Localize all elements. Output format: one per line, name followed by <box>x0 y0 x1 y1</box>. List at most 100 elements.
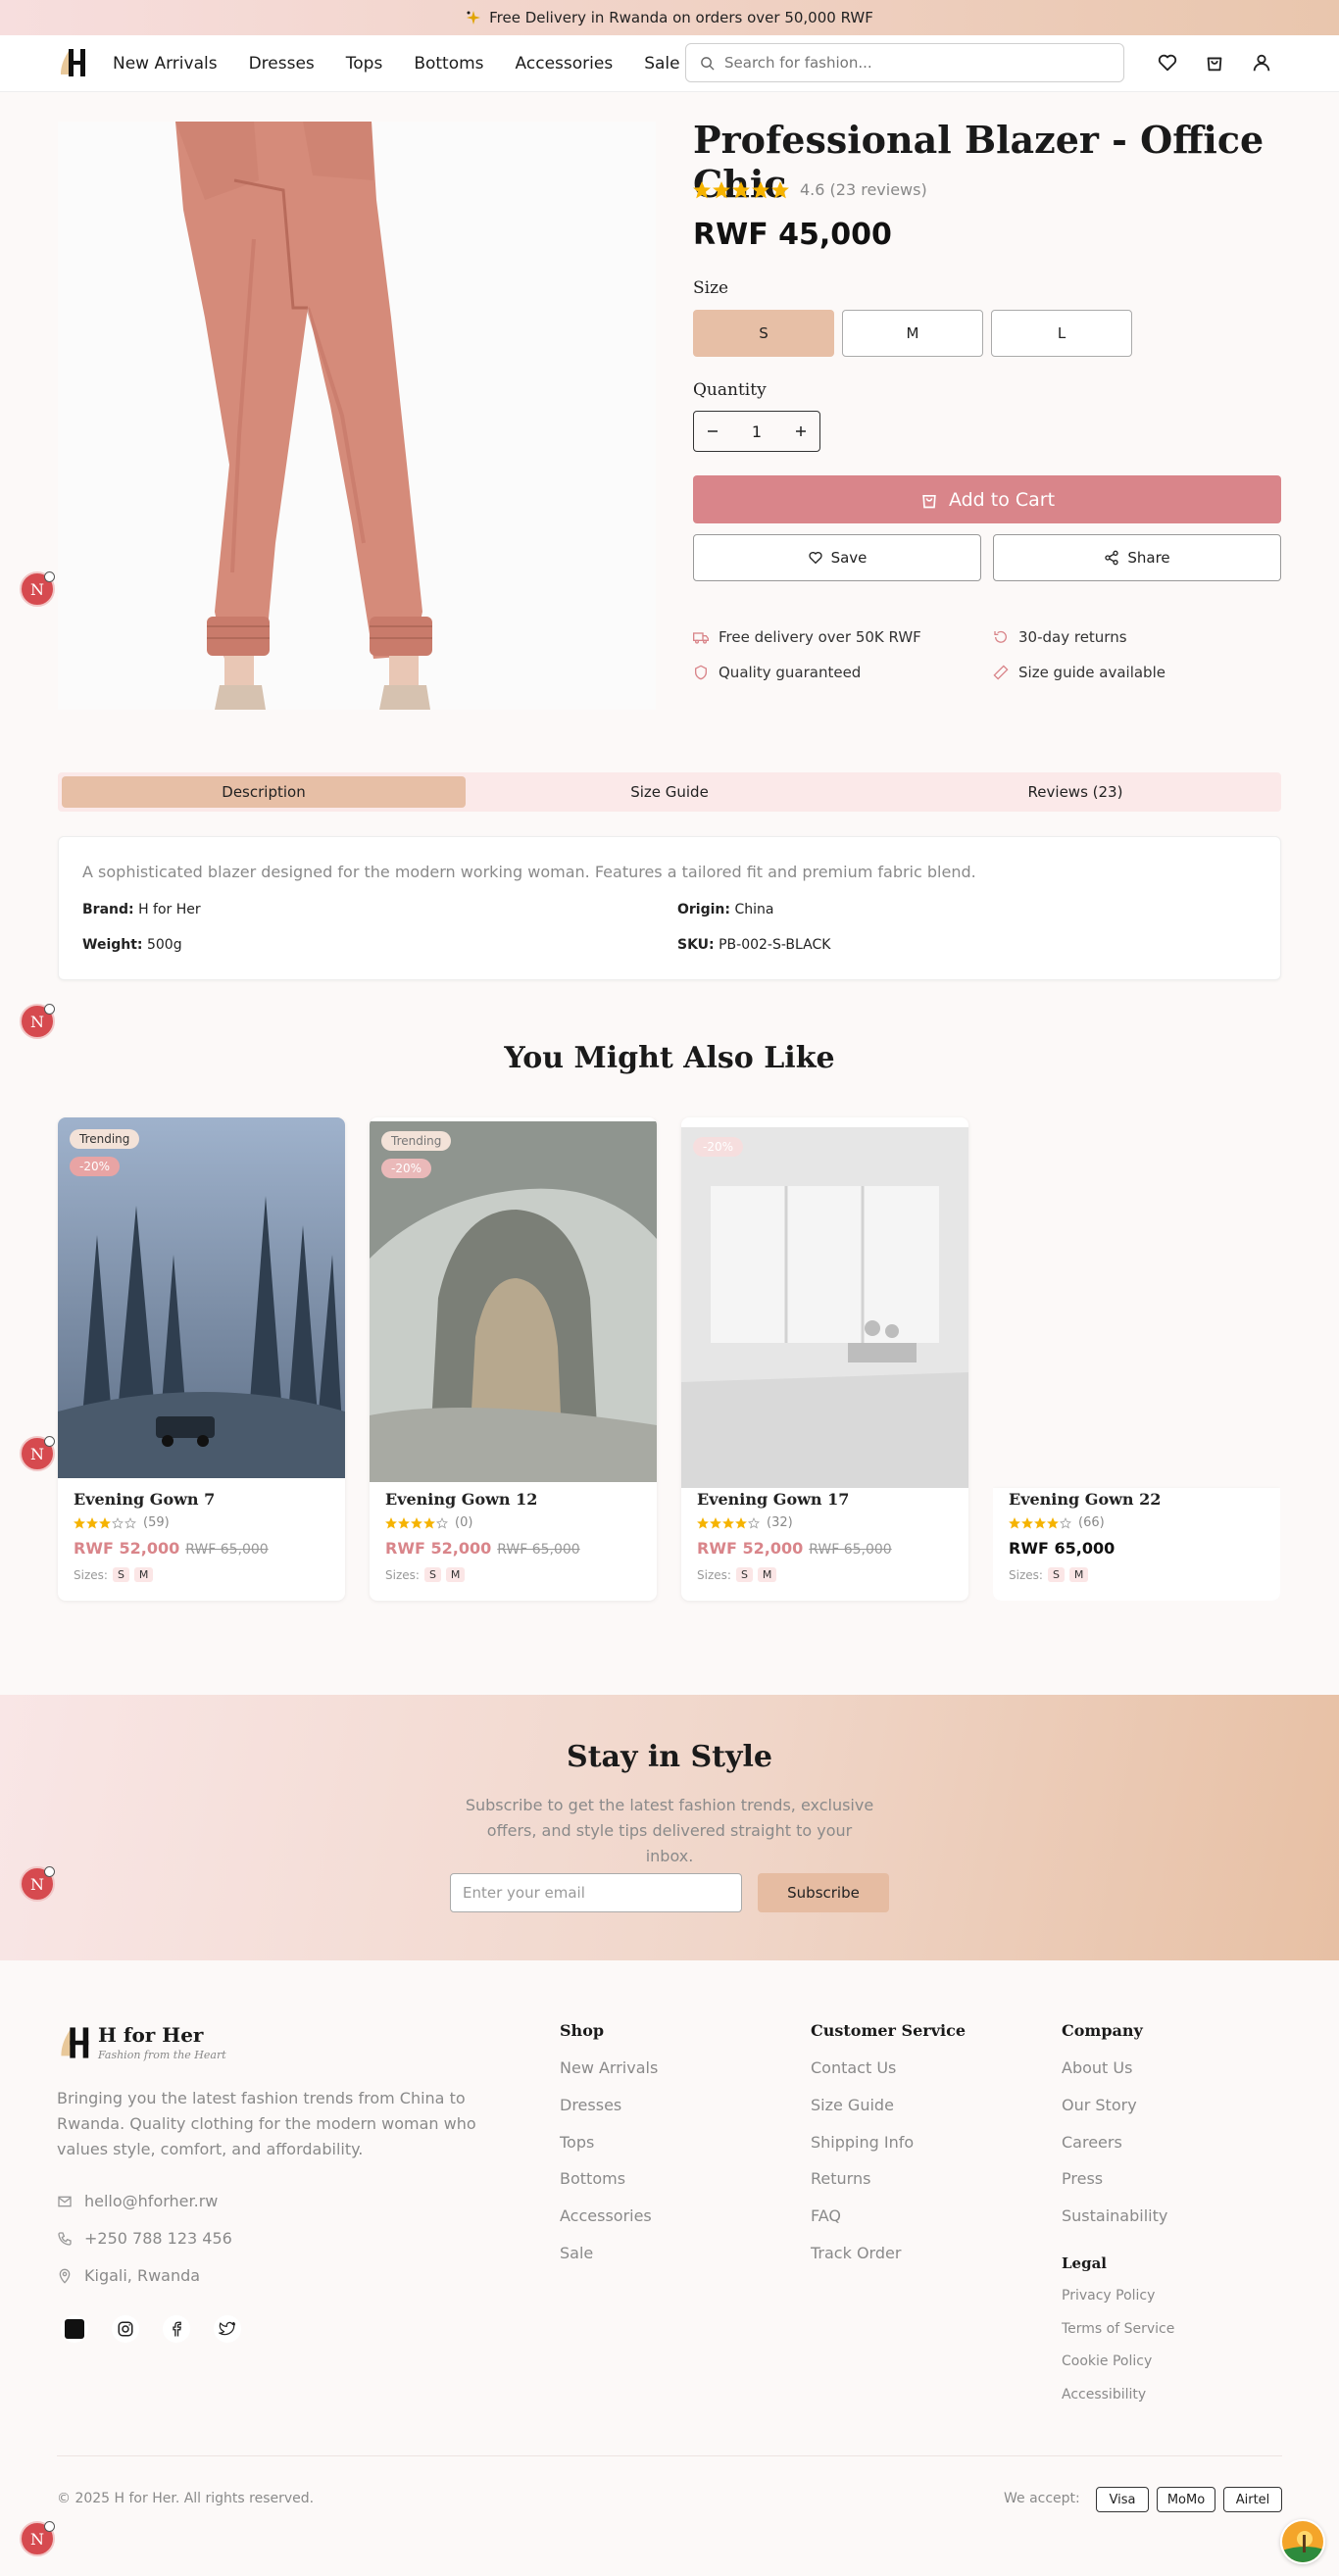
product-image[interactable] <box>58 122 656 710</box>
footer-link-story[interactable]: Our Story <box>1062 2096 1137 2114</box>
star-filled-icon <box>1021 1516 1033 1529</box>
cart-icon[interactable] <box>1204 52 1225 74</box>
product-card-name[interactable]: Evening Gown 7 <box>74 1490 215 1509</box>
nav-dresses[interactable]: Dresses <box>249 54 315 74</box>
size-chip: S <box>112 1567 129 1582</box>
tab-description[interactable]: Description <box>62 776 466 808</box>
size-chip: S <box>423 1567 441 1582</box>
footer-link-dresses[interactable]: Dresses <box>560 2096 621 2114</box>
product-card-name[interactable]: Evening Gown 22 <box>1009 1490 1161 1509</box>
floating-n-badge[interactable]: N <box>20 571 55 607</box>
product-card[interactable]: -20% Evening Gown 17 (32) RWF 52,000 RWF … <box>681 1117 968 1601</box>
tiktok-icon[interactable] <box>61 2315 88 2343</box>
floating-n-badge[interactable]: N <box>20 1866 55 1902</box>
star-empty-icon <box>124 1516 136 1529</box>
nav-tops[interactable]: Tops <box>346 54 383 74</box>
add-to-cart-button[interactable]: Add to Cart <box>693 475 1281 523</box>
save-button[interactable]: Save <box>693 534 981 581</box>
star-empty-icon <box>112 1516 124 1529</box>
share-button[interactable]: Share <box>993 534 1281 581</box>
star-filled-icon <box>722 1516 734 1529</box>
footer-link-new-arrivals[interactable]: New Arrivals <box>560 2058 658 2077</box>
footer-phone[interactable]: +250 788 123 456 <box>57 2229 232 2248</box>
star-filled-icon <box>732 180 750 198</box>
sku-label: SKU: <box>677 937 715 953</box>
product-card-image[interactable] <box>993 1117 1280 1478</box>
twitter-icon[interactable] <box>214 2315 241 2343</box>
product-card-name[interactable]: Evening Gown 12 <box>385 1490 537 1509</box>
instagram-icon[interactable] <box>112 2315 139 2343</box>
footer-link-accessibility[interactable]: Accessibility <box>1062 2387 1146 2403</box>
logo[interactable] <box>57 45 92 80</box>
floating-n-badge[interactable]: N <box>20 1436 55 1471</box>
heart-icon[interactable] <box>1157 52 1178 74</box>
footer-link-careers[interactable]: Careers <box>1062 2133 1122 2152</box>
tab-size-guide[interactable]: Size Guide <box>468 776 871 808</box>
product-card[interactable]: Trending -20% Evening Gown 12 (0) RWF 52… <box>370 1117 657 1601</box>
footer-logo-icon[interactable] <box>57 2023 96 2062</box>
product-card[interactable]: Evening Gown 22 (66) RWF 65,000 Sizes: S M <box>993 1117 1280 1601</box>
footer-link-contact[interactable]: Contact Us <box>811 2058 896 2077</box>
discount-badge: -20% <box>693 1137 744 1157</box>
add-to-cart-label: Add to Cart <box>948 488 1056 511</box>
footer-link-shipping[interactable]: Shipping Info <box>811 2133 914 2152</box>
footer-service-title: Customer Service <box>811 2021 967 2040</box>
nav-bottoms[interactable]: Bottoms <box>414 54 483 74</box>
origin-value: China <box>734 902 774 917</box>
stars <box>697 1516 760 1529</box>
origin-row: Origin: China <box>677 902 773 917</box>
ruler-icon <box>993 665 1009 680</box>
size-option-m[interactable]: M <box>842 310 983 357</box>
email-field[interactable]: Enter your email <box>450 1873 742 1912</box>
heart-icon <box>808 550 823 566</box>
star-filled-icon <box>423 1516 435 1529</box>
size-chip: M <box>445 1567 466 1582</box>
size-option-l[interactable]: L <box>991 310 1132 357</box>
footer-link-tops[interactable]: Tops <box>560 2133 594 2152</box>
nav-sale[interactable]: Sale <box>644 54 679 74</box>
chat-widget-icon[interactable] <box>1280 2519 1325 2564</box>
floating-n-badge[interactable]: N <box>20 2521 55 2556</box>
nav-accessories[interactable]: Accessories <box>516 54 614 74</box>
footer-link-sale[interactable]: Sale <box>560 2244 593 2262</box>
plus-icon[interactable] <box>794 424 808 438</box>
footer-link-cookies[interactable]: Cookie Policy <box>1062 2353 1152 2369</box>
brand-value: H for Her <box>138 902 201 917</box>
sizes-label: Sizes: <box>74 1567 108 1582</box>
visa-badge: Visa <box>1096 2487 1149 2512</box>
sizes-label: Sizes: <box>1009 1567 1043 1582</box>
floating-n-badge[interactable]: N <box>20 1004 55 1039</box>
footer-link-faq[interactable]: FAQ <box>811 2206 841 2225</box>
footer-link-press[interactable]: Press <box>1062 2169 1103 2188</box>
product-card[interactable]: Trending -20% Evening Gown 7 (59) RWF 52… <box>58 1117 345 1601</box>
product-price: RWF 45,000 <box>693 218 892 252</box>
quantity-value[interactable]: 1 <box>752 422 762 441</box>
trending-badge: Trending <box>381 1131 452 1151</box>
footer-link-track-order[interactable]: Track Order <box>811 2244 901 2262</box>
footer-link-about[interactable]: About Us <box>1062 2058 1132 2077</box>
footer-link-size-guide[interactable]: Size Guide <box>811 2096 894 2114</box>
user-icon[interactable] <box>1251 52 1272 74</box>
product-card-name[interactable]: Evening Gown 17 <box>697 1490 849 1509</box>
size-option-s[interactable]: S <box>693 310 834 357</box>
footer-link-privacy[interactable]: Privacy Policy <box>1062 2288 1155 2304</box>
footer-email[interactable]: hello@hforher.rw <box>57 2192 218 2210</box>
footer-link-sustainability[interactable]: Sustainability <box>1062 2206 1167 2225</box>
facebook-icon[interactable] <box>163 2315 190 2343</box>
nav-new-arrivals[interactable]: New Arrivals <box>113 54 218 74</box>
footer-link-returns[interactable]: Returns <box>811 2169 870 2188</box>
minus-icon[interactable] <box>706 424 719 438</box>
footer-link-bottoms[interactable]: Bottoms <box>560 2169 625 2188</box>
weight-label: Weight: <box>82 937 143 953</box>
footer-link-terms[interactable]: Terms of Service <box>1062 2321 1174 2337</box>
product-card-image[interactable] <box>681 1127 968 1488</box>
footer-link-accessories[interactable]: Accessories <box>560 2206 652 2225</box>
search-input[interactable] <box>724 54 1097 72</box>
product-card-rating: (66) <box>1009 1515 1105 1530</box>
rating-text[interactable]: 4.6 (23 reviews) <box>800 180 927 199</box>
subscribe-button[interactable]: Subscribe <box>758 1873 889 1912</box>
feature-quality: Quality guaranteed <box>693 664 861 681</box>
mail-icon <box>57 2194 73 2209</box>
tab-reviews[interactable]: Reviews (23) <box>873 776 1277 808</box>
share-label: Share <box>1127 549 1170 567</box>
